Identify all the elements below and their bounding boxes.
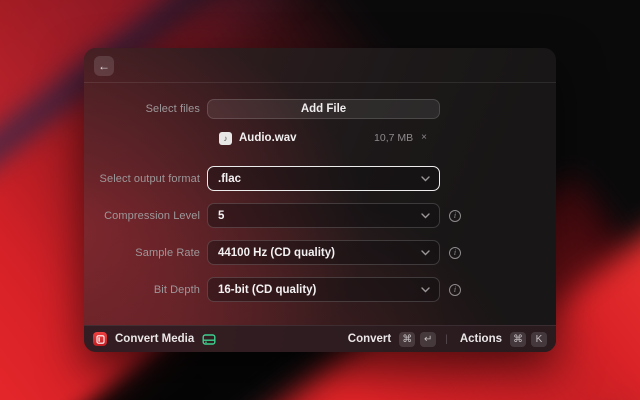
- add-file-label: Add File: [300, 103, 347, 115]
- window-header: ←: [84, 48, 556, 83]
- chevron-down-icon: [421, 212, 430, 219]
- actions-menu-label[interactable]: Actions: [460, 333, 502, 345]
- file-row: ♪ Audio.wav 10,7 MB ×: [84, 130, 556, 146]
- select-files-row: Select files Add File: [84, 99, 556, 119]
- sample-rate-row: Sample Rate 44100 Hz (CD quality) i: [84, 240, 556, 265]
- sample-rate-select[interactable]: 44100 Hz (CD quality): [207, 240, 440, 265]
- info-icon[interactable]: i: [449, 246, 461, 259]
- k-key-icon[interactable]: K: [531, 331, 547, 347]
- compression-level-select[interactable]: 5: [207, 203, 440, 228]
- footer-divider: |: [445, 333, 448, 345]
- convert-media-window: ← Select files Add File ♪ Audio.wav 10,7…: [84, 48, 556, 352]
- action-bar: Convert Media Convert ⌘ ↵ | Actions ⌘ K: [84, 325, 556, 352]
- file-size: 10,7 MB: [374, 132, 414, 144]
- add-file-button[interactable]: Add File: [207, 99, 440, 119]
- bit-depth-row: Bit Depth 16-bit (CD quality) i: [84, 277, 556, 302]
- chevron-down-icon: [421, 249, 430, 256]
- sample-rate-label: Sample Rate: [135, 246, 200, 259]
- output-format-row: Select output format .flac: [84, 166, 556, 191]
- file-name: Audio.wav: [239, 132, 297, 144]
- audio-file-icon: ♪: [219, 131, 232, 145]
- storage-drive-icon: [202, 333, 216, 346]
- chevron-down-icon: [421, 175, 430, 182]
- info-icon[interactable]: i: [449, 283, 461, 296]
- chevron-down-icon: [421, 286, 430, 293]
- output-format-select[interactable]: .flac: [207, 166, 440, 191]
- convert-action-label[interactable]: Convert: [348, 333, 391, 345]
- return-key-icon[interactable]: ↵: [420, 331, 437, 347]
- remove-file-icon[interactable]: ×: [421, 133, 427, 143]
- compression-level-value: 5: [218, 209, 225, 222]
- output-format-label: Select output format: [99, 172, 200, 185]
- select-files-label: Select files: [145, 103, 200, 115]
- output-format-value: .flac: [218, 172, 242, 185]
- compression-level-row: Compression Level 5 i: [84, 203, 556, 228]
- command-key-icon[interactable]: ⌘: [399, 331, 416, 347]
- bit-depth-label: Bit Depth: [153, 283, 200, 296]
- command-key-icon[interactable]: ⌘: [510, 331, 526, 347]
- sample-rate-value: 44100 Hz (CD quality): [218, 246, 335, 259]
- compression-level-label: Compression Level: [104, 209, 200, 222]
- back-button[interactable]: ←: [94, 56, 114, 76]
- info-icon[interactable]: i: [449, 209, 461, 222]
- back-arrow-icon: ←: [98, 59, 110, 73]
- app-name: Convert Media: [115, 333, 195, 345]
- bit-depth-select[interactable]: 16-bit (CD quality): [207, 277, 440, 302]
- bit-depth-value: 16-bit (CD quality): [218, 283, 317, 296]
- convert-media-extension-icon: [93, 332, 107, 346]
